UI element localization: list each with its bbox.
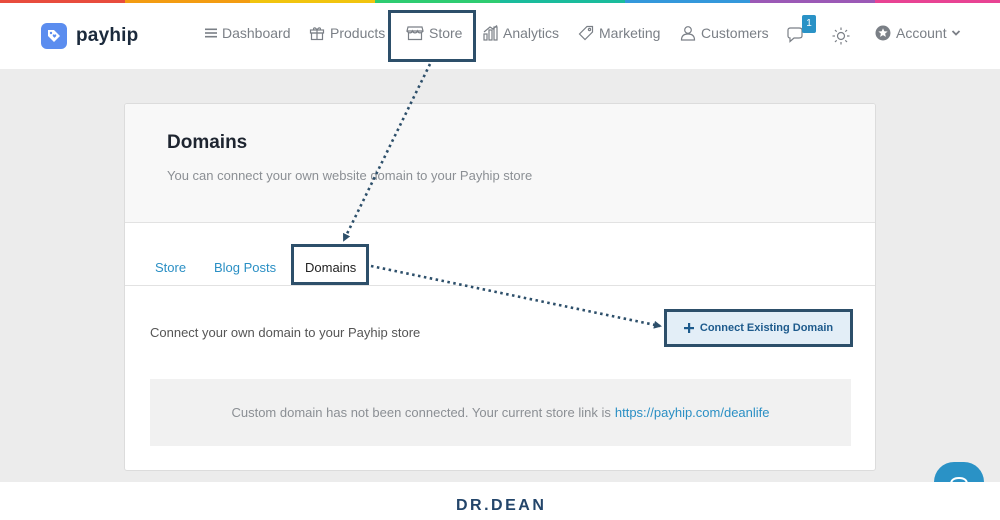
nav-dashboard[interactable]: Dashboard bbox=[205, 25, 291, 41]
tag-heart-icon bbox=[41, 23, 67, 49]
bar-chart-icon bbox=[483, 25, 498, 41]
theme-toggle[interactable] bbox=[832, 27, 855, 45]
nav-marketing[interactable]: Marketing bbox=[578, 25, 660, 41]
top-navigation: payhip Dashboard Products Store Analytic… bbox=[0, 3, 1000, 69]
notification-badge: 1 bbox=[802, 15, 816, 33]
nav-marketing-label: Marketing bbox=[599, 25, 661, 41]
plus-icon bbox=[683, 322, 694, 333]
domain-status-box: Custom domain has not been connected. Yo… bbox=[150, 379, 851, 446]
nav-customers-label: Customers bbox=[701, 25, 769, 41]
store-link[interactable]: https://payhip.com/deanlife bbox=[615, 405, 770, 420]
card-header: Domains You can connect your own website… bbox=[125, 104, 875, 223]
connect-existing-domain-button[interactable]: Connect Existing Domain bbox=[666, 311, 851, 344]
domain-status-text: Custom domain has not been connected. Yo… bbox=[231, 405, 611, 420]
chevron-down-icon bbox=[951, 30, 960, 36]
footer-brand: DR.DEAN bbox=[456, 497, 547, 514]
menu-lines-icon bbox=[205, 28, 217, 38]
footer: DR.DEAN bbox=[0, 482, 1000, 520]
nav-store-label: Store bbox=[429, 25, 463, 41]
connect-button-label: Connect Existing Domain bbox=[699, 321, 834, 334]
domains-card: Domains You can connect your own website… bbox=[124, 103, 876, 471]
tab-domains[interactable]: Domains bbox=[305, 260, 356, 275]
nav-products[interactable]: Products bbox=[309, 25, 385, 41]
tab-store[interactable]: Store bbox=[155, 260, 186, 275]
connect-domain-text: Connect your own domain to your Payhip s… bbox=[150, 325, 421, 340]
nav-analytics-label: Analytics bbox=[503, 25, 560, 41]
page-subtitle: You can connect your own website domain … bbox=[167, 168, 533, 183]
nav-dashboard-label: Dashboard bbox=[222, 25, 291, 41]
gift-icon bbox=[309, 27, 325, 41]
account-badge-icon bbox=[875, 25, 891, 41]
storefront-icon bbox=[406, 26, 424, 41]
nav-customers[interactable]: Customers bbox=[680, 25, 769, 41]
account-label: Account bbox=[896, 25, 947, 41]
nav-store[interactable]: Store bbox=[406, 25, 462, 41]
nav-analytics[interactable]: Analytics bbox=[483, 25, 559, 41]
account-menu[interactable]: Account bbox=[875, 25, 966, 41]
sun-icon bbox=[832, 27, 850, 45]
payhip-logo[interactable]: payhip bbox=[41, 23, 138, 49]
tag-icon bbox=[578, 25, 594, 41]
tab-blog-posts[interactable]: Blog Posts bbox=[214, 260, 276, 275]
person-icon bbox=[680, 26, 696, 41]
brand-name: payhip bbox=[76, 25, 139, 46]
nav-products-label: Products bbox=[330, 25, 386, 41]
page-title: Domains bbox=[167, 132, 248, 153]
tab-bar: Store Blog Posts Domains bbox=[125, 223, 875, 286]
